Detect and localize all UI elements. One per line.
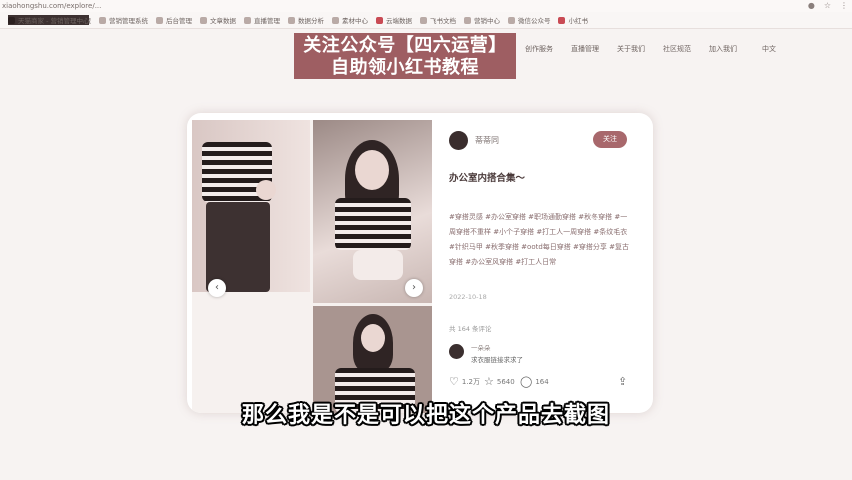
comment-count: 164 xyxy=(535,377,549,386)
bookmark-label: 素材中心 xyxy=(341,17,368,25)
comment-text: 求衣服链接求求了 xyxy=(471,356,523,364)
bookmark-favicon-icon xyxy=(419,16,427,24)
share-icon: ⇪ xyxy=(618,375,628,388)
like-count: 1.2万 xyxy=(461,377,481,386)
bookmark-label: 飞书文档 xyxy=(429,17,456,25)
bookmark-favicon-icon xyxy=(463,16,471,24)
next-image-button[interactable]: › xyxy=(405,279,423,297)
bookmark-favicon-icon xyxy=(8,16,15,24)
bookmark-favicon-icon xyxy=(287,16,295,24)
bookmark-label: 微信公众号 xyxy=(517,17,551,25)
bookmark-favicon-icon xyxy=(199,16,207,24)
video-subtitle: 那么我是不是可以把这个产品去截图 xyxy=(241,403,610,428)
bookmark-item[interactable]: 数据分析 xyxy=(287,15,324,25)
site-nav-item[interactable]: 关于我们 xyxy=(608,44,654,54)
site-nav-item[interactable]: 中文 xyxy=(746,44,792,54)
bookmark-item[interactable]: 直播管理 xyxy=(243,15,280,25)
comment-icon: ◯ xyxy=(520,375,533,388)
star-icon: ☆ xyxy=(484,375,494,388)
bookmarks-bar: 应用B站收藏营销管理系统后台管理文章数据天猫 - 工作台直播管理数据分析素材中心… xyxy=(0,12,852,29)
url-text[interactable]: xiaohongshu.com/explore/... xyxy=(2,0,101,12)
share-button[interactable]: ⇪ xyxy=(618,375,627,388)
bookmark-favicon-icon xyxy=(507,16,515,24)
profile-icon[interactable]: ● xyxy=(808,1,815,10)
bookmark-item[interactable]: 云端数据 xyxy=(375,15,412,25)
bookmark-label: 小红书 xyxy=(568,17,588,25)
bookmark-label: 直播管理 xyxy=(253,17,280,25)
bookmark-item[interactable]: 小红书 xyxy=(558,15,588,25)
photo-2 xyxy=(313,120,432,303)
photo-1 xyxy=(192,120,310,292)
site-nav-item[interactable]: 创作服务 xyxy=(516,44,562,54)
site-nav: 合作创作服务直播管理关于我们社区规范加入我们中文 xyxy=(470,44,792,54)
address-bar[interactable]: xiaohongshu.com/explore/... ● ☆ ⋮ xyxy=(0,0,852,12)
bookmark-item[interactable]: 营销中心 xyxy=(463,15,500,25)
commenter-avatar[interactable] xyxy=(449,344,464,359)
engagement-bar: ♡ 1.2万 ☆ 5640 ◯ 164 ⇪ xyxy=(441,375,653,397)
promo-banner: 关注公众号【四六运营】 自助领小红书教程 xyxy=(294,33,516,79)
bookmark-item[interactable]: 天猫商家 - 营销管理中心 xyxy=(8,15,90,25)
bookmark-label: 云端数据 xyxy=(385,17,412,25)
author-name[interactable]: 蒂蒂同 xyxy=(475,135,499,146)
chevron-right-icon: › xyxy=(412,282,416,293)
note-tags[interactable]: #穿搭灵感 #办公室穿搭 #职场通勤穿搭 #秋冬穿搭 #一周穿搭不重样 #小个子… xyxy=(449,210,629,270)
bookmark-item[interactable]: 微信公众号 xyxy=(507,15,551,25)
site-nav-item[interactable]: 直播管理 xyxy=(562,44,608,54)
browser-actions: ● ☆ ⋮ xyxy=(808,1,848,10)
follow-button[interactable]: 关注 xyxy=(593,131,627,148)
bookmark-favicon-icon xyxy=(98,16,106,24)
banner-line-2: 自助领小红书教程 xyxy=(331,57,479,78)
chevron-left-icon: ‹ xyxy=(215,282,219,293)
banner-line-1: 关注公众号【四六运营】 xyxy=(303,35,507,56)
note-info-panel: 蒂蒂同 关注 办公室内搭合集～ #穿搭灵感 #办公室穿搭 #职场通勤穿搭 #秋冬… xyxy=(441,113,653,413)
bookmark-label: 营销管理系统 xyxy=(108,17,148,25)
note-detail-modal: ‹ › 蒂蒂同 关注 办公室内搭合集～ #穿搭灵感 #办公室穿搭 #职场通勤穿搭… xyxy=(187,113,653,413)
bookmark-item[interactable]: 营销管理系统 xyxy=(98,15,148,25)
bookmark-favicon-icon xyxy=(155,16,163,24)
bookmark-favicon-icon xyxy=(558,16,566,24)
bookmark-favicon-icon xyxy=(375,16,383,24)
like-button[interactable]: ♡ 1.2万 xyxy=(449,375,480,388)
note-title: 办公室内搭合集～ xyxy=(449,173,526,184)
image-carousel[interactable]: ‹ › xyxy=(192,120,432,413)
bookmark-favicon-icon xyxy=(243,16,251,24)
bookmark-item[interactable]: 后台管理 xyxy=(155,15,192,25)
author-avatar[interactable] xyxy=(449,131,468,150)
note-date: 2022-10-18 xyxy=(449,293,487,301)
bookmark-label: 后台管理 xyxy=(165,17,192,25)
bookmark-label: 天猫商家 - 营销管理中心 xyxy=(18,17,90,25)
star-icon[interactable]: ☆ xyxy=(824,1,831,10)
bookmark-item[interactable]: 文章数据 xyxy=(199,15,236,25)
site-nav-item[interactable]: 加入我们 xyxy=(700,44,746,54)
bookmark-label: 营销中心 xyxy=(473,17,500,25)
prev-image-button[interactable]: ‹ xyxy=(208,279,226,297)
collect-count: 5640 xyxy=(496,377,515,386)
bookmark-label: 数据分析 xyxy=(297,17,324,25)
site-nav-item[interactable]: 社区规范 xyxy=(654,44,700,54)
bookmark-label: 文章数据 xyxy=(209,17,236,25)
menu-icon[interactable]: ⋮ xyxy=(840,1,848,10)
heart-icon: ♡ xyxy=(449,375,459,388)
bookmark-item[interactable]: 飞书文档 xyxy=(419,15,456,25)
comment-button[interactable]: ◯ 164 xyxy=(520,375,549,388)
commenter-name[interactable]: 一朵朵 xyxy=(471,342,491,352)
bookmark-favicon-icon xyxy=(331,16,339,24)
collect-button[interactable]: ☆ 5640 xyxy=(484,375,515,388)
comments-count-label: 共 164 条评论 xyxy=(449,325,492,333)
bookmark-item[interactable]: 素材中心 xyxy=(331,15,368,25)
